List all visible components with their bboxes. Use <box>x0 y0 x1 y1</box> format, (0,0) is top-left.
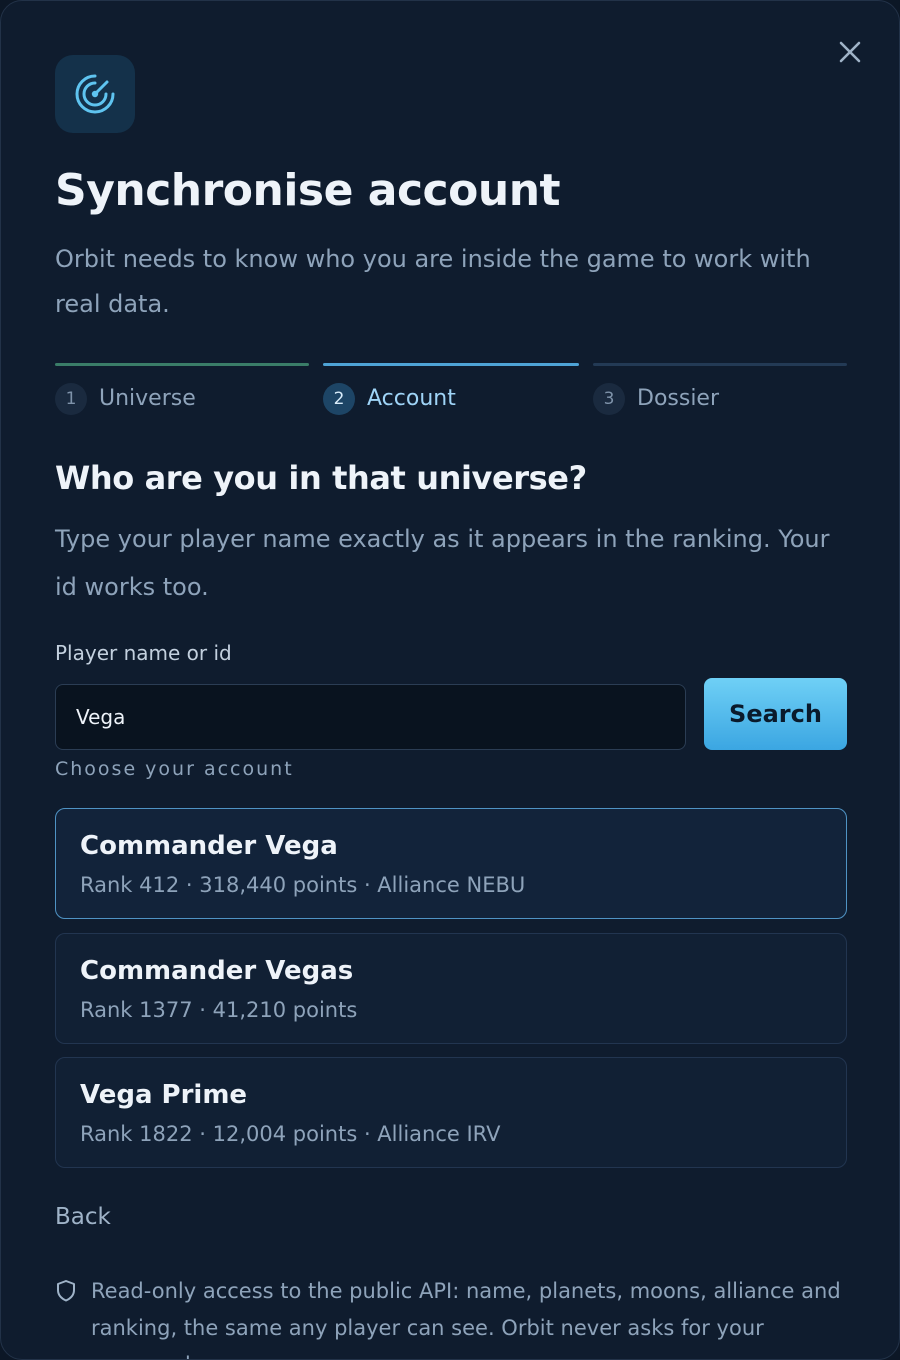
dialog-title: Synchronise account <box>55 165 561 216</box>
account-name: Commander Vegas <box>80 956 354 986</box>
step-number: 2 <box>323 383 355 415</box>
shield-icon <box>57 1280 75 1302</box>
section-title: Who are you in that universe? <box>55 459 587 497</box>
account-option-commander-vegas[interactable]: Commander Vegas Rank 1377 · 41,210 point… <box>55 933 847 1044</box>
step-dossier[interactable]: 3 Dossier <box>593 363 847 419</box>
step-number: 1 <box>55 383 87 415</box>
account-name: Vega Prime <box>80 1080 248 1110</box>
results-label: Choose your account <box>55 758 294 780</box>
sync-account-dialog: Synchronise account Orbit needs to know … <box>0 0 900 1360</box>
search-button[interactable]: Search <box>704 678 847 750</box>
account-meta: Rank 1377 · 41,210 points <box>80 998 358 1022</box>
privacy-notice-text: Read-only access to the public API: name… <box>91 1279 841 1359</box>
step-progress-bar <box>593 363 847 366</box>
account-option-commander-vega[interactable]: Commander Vega Rank 412 · 318,440 points… <box>55 808 847 919</box>
step-label: Universe <box>99 386 196 411</box>
account-meta: Rank 1822 · 12,004 points · Alliance IRV <box>80 1122 501 1146</box>
step-account[interactable]: 2 Account <box>323 363 579 419</box>
app-logo <box>55 55 135 133</box>
step-progress-bar <box>323 363 579 366</box>
step-progress-bar <box>55 363 309 366</box>
close-icon[interactable] <box>835 37 865 67</box>
player-field-label: Player name or id <box>55 641 232 665</box>
radar-icon <box>75 74 115 114</box>
back-button[interactable]: Back <box>55 1204 111 1230</box>
player-search-input[interactable] <box>55 684 686 750</box>
stepper: 1 Universe 2 Account 3 Dossier <box>55 363 847 419</box>
account-option-vega-prime[interactable]: Vega Prime Rank 1822 · 12,004 points · A… <box>55 1057 847 1168</box>
account-name: Commander Vega <box>80 831 338 861</box>
step-label: Dossier <box>637 386 720 411</box>
step-label: Account <box>367 386 456 411</box>
dialog-subtitle: Orbit needs to know who you are inside t… <box>55 245 811 318</box>
section-description: Type your player name exactly as it appe… <box>55 525 830 601</box>
step-universe[interactable]: 1 Universe <box>55 363 309 419</box>
step-number: 3 <box>593 383 625 415</box>
account-meta: Rank 412 · 318,440 points · Alliance NEB… <box>80 873 526 897</box>
